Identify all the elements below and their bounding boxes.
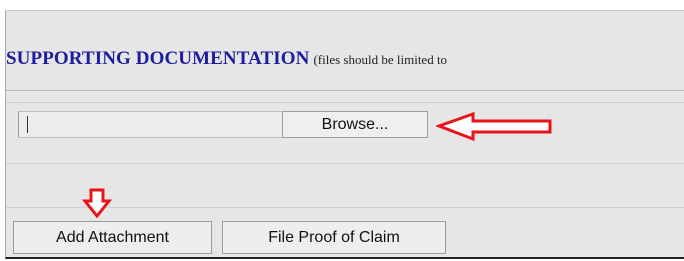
browse-button[interactable]: Browse... (282, 111, 428, 138)
section-header: SUPPORTING DOCUMENTATION (files should be… (6, 48, 684, 78)
divider (6, 163, 684, 164)
supporting-documentation-panel: SUPPORTING DOCUMENTATION (files should be… (5, 10, 684, 259)
file-path-input[interactable] (18, 111, 286, 138)
divider (6, 102, 684, 103)
text-caret (27, 116, 28, 133)
section-note: (files should be limited to (313, 52, 448, 67)
divider (6, 90, 684, 91)
file-proof-of-claim-button[interactable]: File Proof of Claim (222, 221, 446, 254)
section-title: SUPPORTING DOCUMENTATION (6, 48, 310, 69)
divider (6, 207, 684, 208)
add-attachment-button[interactable]: Add Attachment (13, 221, 212, 254)
